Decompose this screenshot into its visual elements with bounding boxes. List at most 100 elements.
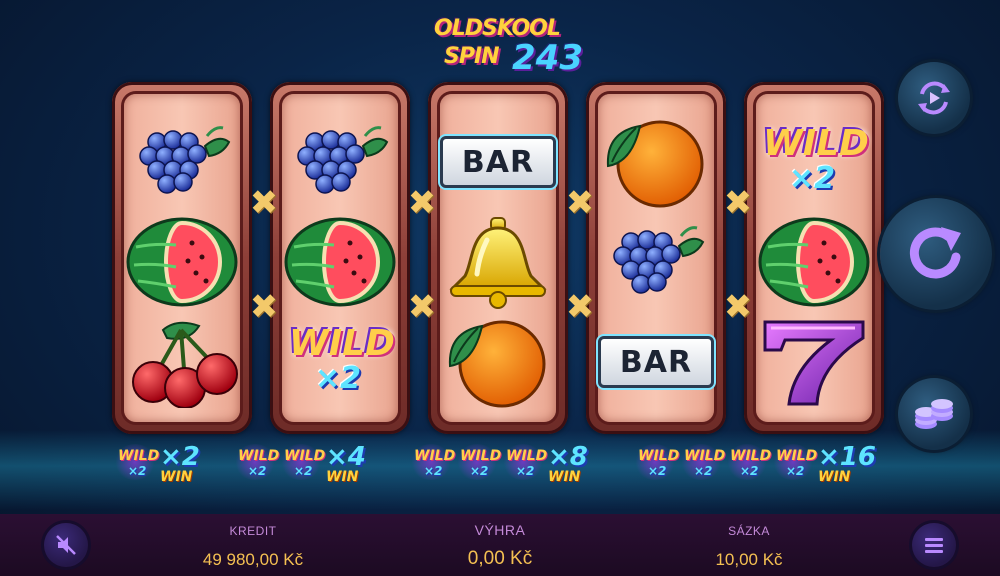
cherries-icon (132, 321, 238, 408)
bonus-payout: ×4 WIN (326, 444, 366, 484)
wild-bonus-1: WILD ×2 ×2 WIN (112, 438, 200, 490)
mini-wild-text: WILD (460, 448, 502, 464)
mini-wild-text: WILD (730, 448, 772, 464)
watermelon-icon (284, 217, 396, 307)
game-logo: OLDSKOOL SPIN 243 (430, 14, 583, 86)
orange-icon (606, 120, 704, 208)
mini-wild-icon: WILD ×2 (454, 442, 502, 486)
seven-icon (763, 320, 865, 406)
menu-icon (925, 538, 943, 553)
symbol-seven (756, 312, 872, 412)
wild-multiplier-text: ×2 (315, 361, 362, 396)
mini-wild-text: WILD (776, 448, 818, 464)
bell-icon (449, 217, 547, 309)
wild-symbol: WILD ×2 (285, 317, 395, 407)
coins-icon (915, 399, 953, 429)
mini-wild-mult: ×2 (694, 464, 713, 478)
wild-text: WILD (763, 123, 869, 164)
mini-wild-text: WILD (284, 448, 326, 464)
reel-multiplier-marker: ✖ (407, 287, 437, 327)
win-label: VÝHRA (474, 522, 526, 538)
symbol-orange (440, 312, 556, 412)
autoplay-button[interactable] (898, 62, 970, 134)
symbol-grapes (282, 112, 398, 212)
wild-bonus-3: WILD ×2 WILD ×2 WILD ×2 ×8 WIN (408, 438, 588, 490)
mini-wild-icon: WILD ×2 (500, 442, 548, 486)
symbol-wild-x2: WILD ×2 (282, 312, 398, 412)
win-value: 0,00 Kč (467, 548, 533, 569)
spin-button[interactable] (880, 198, 992, 310)
reel-1 (112, 82, 252, 434)
mini-wild-icon: WILD ×2 (232, 442, 280, 486)
reel-2: WILD ×2 (270, 82, 410, 434)
mini-wild-mult: ×2 (786, 464, 805, 478)
mini-wild-text: WILD (684, 448, 726, 464)
mini-wild-text: WILD (414, 448, 456, 464)
mini-wild-mult: ×2 (248, 464, 267, 478)
logo-line2: SPIN (444, 44, 500, 69)
mini-wild-mult: ×2 (470, 464, 489, 478)
orange-icon (448, 320, 546, 408)
reel-window (124, 94, 240, 422)
reel-multiplier-marker: ✖ (249, 183, 279, 223)
footer-bar: KREDIT 49 980,00 Kč VÝHRA 0,00 Kč SÁZKA … (0, 514, 1000, 576)
mini-wild-icon: WILD ×2 (278, 442, 326, 486)
sound-muted-icon (56, 535, 76, 555)
bonus-payout: ×8 WIN (548, 444, 588, 484)
mini-wild-mult: ×2 (128, 464, 147, 478)
symbol-bell (440, 212, 556, 312)
reel-multiplier-marker: ✖ (565, 287, 595, 327)
bet-button[interactable] (898, 378, 970, 450)
mini-wild-mult: ×2 (740, 464, 759, 478)
symbol-grapes (598, 212, 714, 312)
reel-4: BAR (586, 82, 726, 434)
bonus-payout: ×2 WIN (160, 444, 200, 484)
bonus-multiplier: ×4 (326, 442, 366, 472)
bonus-payout: ×16 WIN (818, 444, 876, 484)
bonus-multiplier: ×2 (160, 442, 200, 472)
reel-window: BAR (598, 94, 714, 422)
symbol-wild-x2: WILD ×2 (756, 112, 872, 212)
watermelon-icon (758, 217, 870, 307)
wild-bonus-2: WILD ×2 WILD ×2 ×4 WIN (232, 438, 366, 490)
bonus-win-label: WIN (326, 469, 359, 485)
mini-wild-mult: ×2 (648, 464, 667, 478)
wild-symbol: WILD ×2 (759, 117, 869, 207)
reel-multiplier-marker: ✖ (723, 183, 753, 223)
symbol-bar: BAR (598, 312, 714, 412)
credit-label: KREDIT (229, 524, 277, 538)
bonus-multiplier: ×16 (818, 442, 876, 472)
mini-wild-mult: ×2 (294, 464, 313, 478)
menu-button[interactable] (912, 523, 956, 567)
bet-value: 10,00 Kč (715, 550, 783, 569)
mini-wild-mult: ×2 (424, 464, 443, 478)
credit-value: 49 980,00 Kč (202, 550, 304, 569)
mini-wild-icon: WILD ×2 (678, 442, 726, 486)
bar-symbol-label: BAR (598, 336, 714, 388)
reel-window: BAR (440, 94, 556, 422)
grapes-icon (297, 126, 389, 194)
spin-icon (909, 227, 961, 279)
reel-multiplier-marker: ✖ (249, 287, 279, 327)
mini-wild-icon: WILD ×2 (770, 442, 818, 486)
reel-3: BAR (428, 82, 568, 434)
mini-wild-text: WILD (638, 448, 680, 464)
reel-window: WILD ×2 (756, 94, 872, 422)
mini-wild-icon: WILD ×2 (408, 442, 456, 486)
wild-multiplier-text: ×2 (789, 161, 836, 196)
autoplay-icon (918, 81, 950, 115)
bet-label: SÁZKA (728, 524, 770, 538)
grapes-icon (139, 126, 231, 194)
wild-bonus-4: WILD ×2 WILD ×2 WILD ×2 WILD ×2 ×16 WIN (632, 438, 876, 490)
reel-multiplier-marker: ✖ (407, 183, 437, 223)
symbol-grapes (124, 112, 240, 212)
reel-window: WILD ×2 (282, 94, 398, 422)
grapes-icon (613, 226, 705, 294)
mini-wild-text: WILD (238, 448, 280, 464)
watermelon-icon (126, 217, 238, 307)
bar-symbol-label: BAR (440, 136, 556, 188)
sound-toggle-button[interactable] (44, 523, 88, 567)
mini-wild-icon: WILD ×2 (112, 442, 160, 486)
mini-wild-text: WILD (506, 448, 548, 464)
symbol-watermelon (282, 212, 398, 312)
